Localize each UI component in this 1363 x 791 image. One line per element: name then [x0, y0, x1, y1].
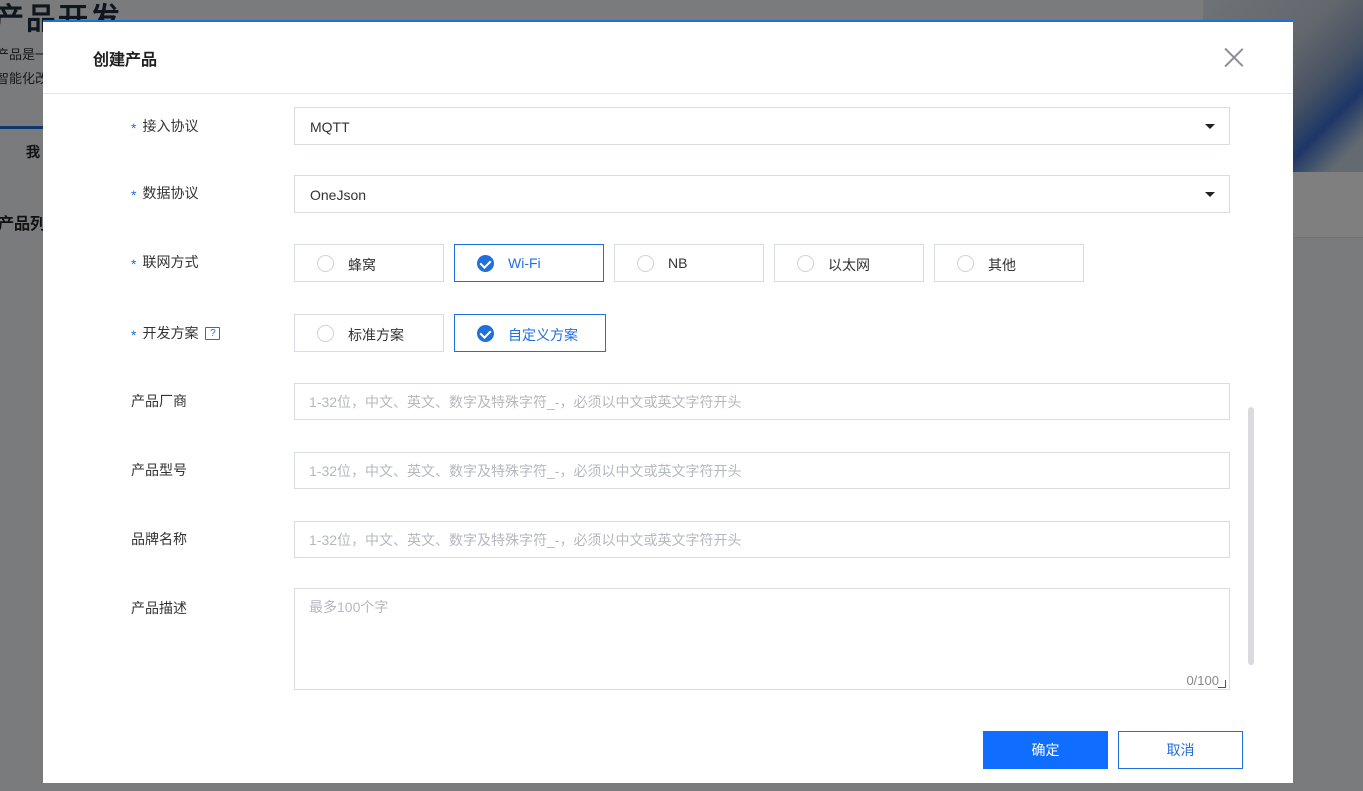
dialog-scrollbar[interactable]	[1248, 407, 1254, 665]
network-label: 联网方式	[142, 254, 199, 270]
brand-input[interactable]	[294, 521, 1230, 558]
create-product-dialog: 创建产品 * 接入协议 MQTT * 数据协议 OneJson * 联网方式 蜂…	[43, 20, 1293, 783]
radio-icon	[797, 255, 814, 272]
option-label: 其他	[988, 257, 1016, 273]
radio-icon	[317, 325, 334, 342]
network-option-wifi[interactable]: Wi-Fi	[454, 244, 604, 282]
radio-icon	[957, 255, 974, 272]
data-protocol-value: OneJson	[310, 187, 367, 203]
data-protocol-label: 数据协议	[142, 185, 199, 201]
model-label: 产品型号	[131, 462, 187, 478]
help-icon[interactable]: ?	[205, 326, 221, 340]
vendor-input[interactable]	[294, 383, 1230, 420]
dev-plan-label: 开发方案	[142, 325, 199, 341]
access-protocol-label: 接入协议	[142, 118, 199, 134]
check-icon	[477, 325, 494, 342]
network-option-nb[interactable]: NB	[614, 244, 764, 282]
description-textarea[interactable]	[294, 588, 1230, 690]
dialog-title: 创建产品	[93, 52, 158, 69]
required-mark: *	[131, 256, 137, 272]
model-input[interactable]	[294, 452, 1230, 489]
option-label: 蜂窝	[348, 257, 376, 273]
option-label: 自定义方案	[508, 327, 578, 343]
required-mark: *	[131, 187, 137, 203]
caret-down-icon	[1205, 124, 1215, 129]
caret-down-icon	[1205, 192, 1215, 197]
option-label: Wi-Fi	[508, 255, 541, 271]
network-option-other[interactable]: 其他	[934, 244, 1084, 282]
check-icon	[477, 255, 494, 272]
access-protocol-value: MQTT	[310, 119, 350, 135]
data-protocol-select[interactable]: OneJson	[294, 175, 1230, 213]
close-icon[interactable]	[1223, 46, 1245, 68]
description-counter: 0/100	[1186, 673, 1219, 688]
option-label: 以太网	[828, 257, 870, 273]
access-protocol-select[interactable]: MQTT	[294, 107, 1230, 145]
network-option-ethernet[interactable]: 以太网	[774, 244, 924, 282]
radio-icon	[317, 255, 334, 272]
vendor-label: 产品厂商	[131, 393, 187, 409]
dev-plan-option-standard[interactable]: 标准方案	[294, 314, 444, 352]
required-mark: *	[131, 120, 137, 136]
dev-plan-option-custom[interactable]: 自定义方案	[454, 314, 606, 352]
option-label: NB	[668, 255, 688, 271]
cancel-button[interactable]: 取消	[1118, 731, 1243, 769]
required-mark: *	[131, 327, 137, 343]
dialog-body: * 接入协议 MQTT * 数据协议 OneJson * 联网方式 蜂窝 Wi-…	[43, 95, 1293, 705]
resize-handle-icon[interactable]	[1218, 680, 1226, 688]
radio-icon	[637, 255, 654, 272]
confirm-button[interactable]: 确定	[983, 731, 1108, 769]
network-option-cellular[interactable]: 蜂窝	[294, 244, 444, 282]
brand-label: 品牌名称	[131, 531, 187, 547]
dialog-header: 创建产品	[43, 22, 1293, 94]
option-label: 标准方案	[348, 327, 404, 343]
description-label: 产品描述	[131, 600, 187, 616]
